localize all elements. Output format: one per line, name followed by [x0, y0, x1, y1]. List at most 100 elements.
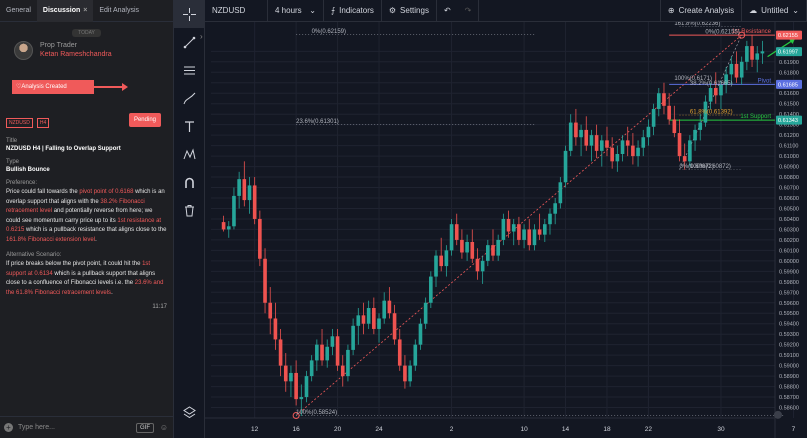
price-badge-label: 0.61685 — [778, 82, 798, 88]
fib-label: 0%(0.62155) — [705, 30, 739, 36]
candle-body — [594, 135, 599, 151]
candle-body — [263, 258, 267, 303]
price-tick-label: 0.60200 — [779, 238, 799, 244]
message-input[interactable]: Type here... — [18, 424, 55, 431]
candle-body — [434, 255, 438, 277]
time-tick-label: 16 — [293, 426, 301, 433]
author-name[interactable]: Ketan Rameshchandra — [40, 50, 112, 59]
candle-body — [315, 344, 319, 361]
candle-body — [641, 137, 646, 148]
price-tick-label: 0.60000 — [779, 259, 799, 265]
candle-body — [548, 213, 552, 225]
layout-selector[interactable]: ☁ Untitled ⌄ — [742, 0, 807, 22]
brush-icon[interactable] — [174, 84, 205, 112]
symbol-selector[interactable]: NZDUSD — [205, 0, 268, 22]
candle-body — [454, 224, 459, 240]
chevron-down-icon: ⌄ — [792, 6, 799, 15]
pending-badge[interactable]: Pending — [128, 113, 161, 127]
candle-body — [631, 145, 635, 157]
candle-body — [351, 325, 355, 350]
candle-body — [511, 224, 516, 232]
tab-general[interactable]: General — [0, 0, 37, 22]
pattern-icon[interactable] — [174, 140, 205, 168]
chart-canvas[interactable]: 1st ResistancePivot1st Support0%(0.62159… — [205, 22, 807, 438]
preference-label: Preference: — [6, 180, 38, 186]
status-arrow — [94, 86, 125, 88]
settings-button[interactable]: ⚙ Settings — [382, 0, 437, 22]
price-tick-label: 0.59400 — [779, 322, 799, 328]
candle-body — [682, 156, 687, 162]
trash-icon[interactable] — [174, 196, 205, 224]
indicators-button[interactable]: ⨍ Indicators — [324, 0, 382, 22]
candle-body — [651, 108, 656, 127]
horizontal-lines-icon[interactable] — [174, 56, 205, 84]
candle-body — [646, 126, 651, 138]
message-composer[interactable]: + Type here... GIF ☺ — [0, 416, 174, 438]
candle-body — [237, 179, 241, 196]
price-tick-label: 0.61800 — [779, 70, 799, 76]
candle-body — [444, 250, 449, 267]
price-badge-label: 0.62155 — [778, 33, 798, 39]
candle-body — [496, 239, 500, 256]
candle-body — [677, 133, 682, 157]
candle-body — [309, 360, 314, 377]
candle-body — [330, 336, 335, 347]
candle-body — [553, 203, 557, 214]
plus-circle-icon: ⊕ — [667, 6, 675, 15]
candle-body — [268, 302, 273, 319]
candle-body — [517, 224, 521, 240]
interval-selector[interactable]: 4 hours ⌄ — [268, 0, 324, 22]
tab-discussion[interactable]: Discussion × — [36, 0, 94, 22]
text-icon[interactable] — [174, 112, 205, 140]
time-tick-label: 10 — [520, 426, 528, 433]
price-tick-label: 0.58600 — [779, 406, 799, 412]
time-tick-label: 18 — [603, 426, 611, 433]
cloud-icon: ☁ — [749, 6, 758, 15]
candle-body — [568, 122, 573, 151]
candle-body — [506, 218, 511, 232]
candle-body — [662, 93, 666, 106]
discussion-thread: TODAY Prop Trader Ketan Rameshchandra ♡A… — [0, 29, 173, 310]
price-badge-label: 0.61997 — [778, 50, 798, 56]
date-divider-label: TODAY — [72, 29, 101, 37]
candle-body — [750, 46, 754, 60]
message-author: Prop Trader Ketan Rameshchandra — [6, 41, 167, 60]
price-badge-label: 0.61343 — [778, 118, 798, 124]
candle-body — [729, 63, 734, 75]
avatar — [14, 41, 33, 60]
time-tick-label: 14 — [562, 426, 570, 433]
candle-body — [486, 245, 490, 261]
symbol-label: NZDUSD — [212, 6, 246, 15]
candle-body — [693, 129, 697, 141]
price-tick-label: 0.59600 — [779, 301, 799, 307]
emoji-icon[interactable]: ☺ — [160, 423, 168, 432]
redo-button[interactable]: ↷ — [458, 0, 480, 22]
candle-body — [755, 53, 760, 60]
collapse-icon[interactable]: › — [200, 32, 203, 41]
candle-body — [340, 365, 345, 377]
crosshair-icon[interactable] — [174, 0, 205, 28]
tab-edit-analysis[interactable]: Edit Analysis — [93, 0, 145, 22]
status-arrow-head — [122, 83, 128, 91]
price-chart[interactable]: 1st Resistance Pivot 1st Support 0%(0.62159… — [205, 22, 807, 438]
layers-icon[interactable] — [174, 398, 205, 426]
chevron-down-icon: ⌄ — [309, 6, 316, 15]
gif-button[interactable]: GIF — [136, 422, 154, 433]
create-analysis-button[interactable]: ⊕ Create Analysis — [659, 0, 743, 22]
time-tick-label: 22 — [645, 426, 653, 433]
tab-discussion-label: Discussion — [42, 6, 81, 14]
add-icon[interactable]: + — [4, 423, 13, 432]
undo-button[interactable]: ↶ — [437, 0, 458, 22]
candle-body — [584, 129, 589, 146]
candle-body — [226, 226, 231, 230]
app-window: General Discussion × Edit Analysis TODAY … — [0, 0, 807, 438]
magnet-icon[interactable] — [174, 168, 205, 196]
drawing-toolbar: › — [174, 0, 205, 438]
candle-body — [361, 315, 366, 324]
level-label: 1st Support — [740, 114, 771, 120]
candle-body — [242, 179, 247, 201]
price-tick-label: 0.60300 — [779, 227, 799, 233]
price-tick-label: 0.59300 — [779, 332, 799, 338]
title-value: NZDUSD H4 | Falling to Overlap Support — [6, 146, 121, 152]
close-icon[interactable]: × — [83, 7, 87, 14]
